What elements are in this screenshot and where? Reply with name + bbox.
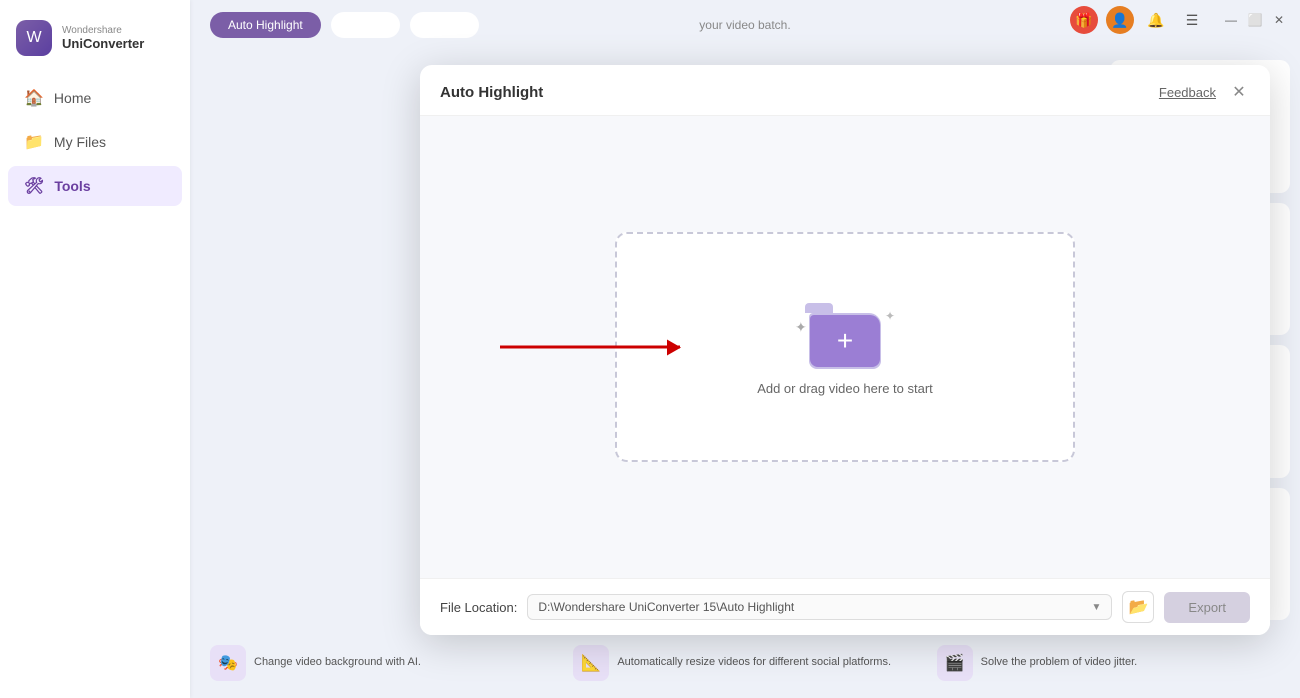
folder-icon-wrap: + ✦ ✦ [805, 299, 885, 369]
home-icon: 🏠 [24, 88, 44, 108]
app-logo-icon: W [16, 20, 52, 56]
minimize-button[interactable]: — [1222, 11, 1240, 29]
feedback-link[interactable]: Feedback [1159, 85, 1216, 100]
modal-close-button[interactable]: ✕ [1228, 81, 1250, 103]
sparkle-left-icon: ✦ [795, 319, 807, 336]
bottom-tool-bg[interactable]: 🎭 Change video background with AI. [210, 645, 553, 681]
modal-title: Auto Highlight [440, 84, 543, 101]
resize-tool-icon: 📐 [573, 645, 609, 681]
file-path-input[interactable]: D:\Wondershare UniConverter 15\Auto High… [527, 594, 1112, 620]
files-icon: 📁 [24, 132, 44, 152]
chevron-down-icon: ▼ [1092, 602, 1102, 613]
file-location-label: File Location: [440, 600, 517, 615]
modal-header-right: Feedback ✕ [1159, 81, 1250, 103]
arrow-container [500, 346, 680, 349]
window-controls: — ⬜ ✕ [1222, 11, 1288, 29]
gift-icon[interactable]: 🎁 [1070, 6, 1098, 34]
drop-zone-text: Add or drag video here to start [757, 381, 933, 396]
close-button[interactable]: ✕ [1270, 11, 1288, 29]
tools-icon: 🛠 [24, 176, 44, 196]
sidebar-item-tools[interactable]: 🛠 Tools [8, 166, 182, 206]
main-area: 🎁 👤 🔔 ☰ — ⬜ ✕ Auto Highlight your video … [190, 0, 1300, 698]
bell-icon[interactable]: 🔔 [1142, 6, 1170, 34]
maximize-button[interactable]: ⬜ [1246, 11, 1264, 29]
sidebar-item-tools-label: Tools [54, 178, 90, 194]
bottom-tools-strip: 🎭 Change video background with AI. 📐 Aut… [190, 628, 1300, 698]
bottom-tool-resize[interactable]: 📐 Automatically resize videos for differ… [573, 645, 916, 681]
user-avatar[interactable]: 👤 [1106, 6, 1134, 34]
sidebar: W Wondershare UniConverter 🏠 Home 📁 My F… [0, 0, 190, 698]
sidebar-item-home[interactable]: 🏠 Home [8, 78, 182, 118]
jitter-tool-icon: 🎬 [937, 645, 973, 681]
bg-tool-text: Change video background with AI. [254, 655, 421, 670]
sidebar-item-my-files[interactable]: 📁 My Files [8, 122, 182, 162]
brand-name: Wondershare [62, 25, 144, 36]
product-name: UniConverter [62, 36, 144, 51]
folder-tab [805, 303, 833, 313]
menu-icon[interactable]: ☰ [1178, 6, 1206, 34]
modal-body: + ✦ ✦ Add or drag video here to start [420, 116, 1270, 578]
logo-text: Wondershare UniConverter [62, 25, 144, 51]
sparkle-right-icon: ✦ [885, 309, 895, 323]
file-browse-button[interactable]: 📂 [1122, 591, 1154, 623]
drop-zone[interactable]: + ✦ ✦ Add or drag video here to start [615, 232, 1075, 462]
folder-main: + [810, 315, 880, 367]
modal-header: Auto Highlight Feedback ✕ [420, 65, 1270, 116]
sidebar-item-home-label: Home [54, 90, 91, 106]
bg-tool-icon: 🎭 [210, 645, 246, 681]
auto-highlight-modal: Auto Highlight Feedback ✕ + ✦ [420, 65, 1270, 635]
jitter-tool-text: Solve the problem of video jitter. [981, 655, 1138, 670]
arrow-line [500, 346, 680, 349]
file-path-text: D:\Wondershare UniConverter 15\Auto High… [538, 600, 1085, 614]
sidebar-item-files-label: My Files [54, 134, 106, 150]
folder-plus-icon: + [837, 327, 853, 355]
bottom-tool-jitter[interactable]: 🎬 Solve the problem of video jitter. [937, 645, 1280, 681]
export-button[interactable]: Export [1164, 592, 1250, 623]
modal-footer: File Location: D:\Wondershare UniConvert… [420, 578, 1270, 635]
resize-tool-text: Automatically resize videos for differen… [617, 655, 891, 670]
top-bar: 🎁 👤 🔔 ☰ — ⬜ ✕ [190, 0, 1300, 40]
logo-area: W Wondershare UniConverter [0, 10, 190, 76]
